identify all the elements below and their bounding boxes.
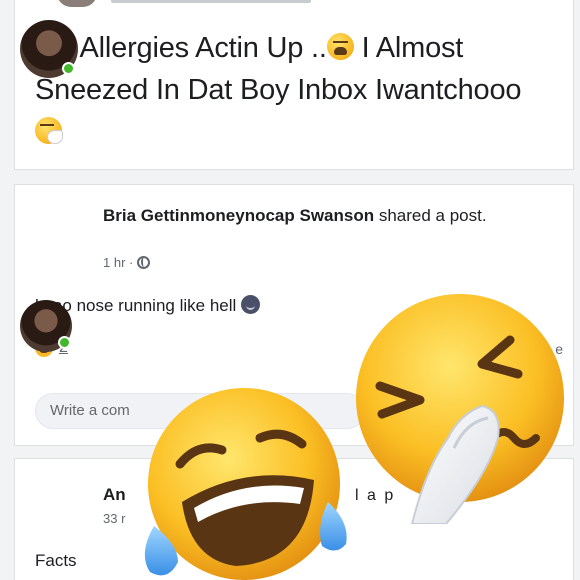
post-meta: 1 hr · [103, 255, 151, 270]
comment-text: Facts [35, 551, 77, 570]
post-text-part-1: My Allergies Actin Up .. [35, 32, 327, 64]
online-status-icon [62, 62, 75, 75]
share-action-text: shared a post. [374, 206, 487, 225]
sneezing-face-icon [35, 117, 63, 144]
face-icon [241, 295, 261, 314]
top-post-card: My Allergies Actin Up .. I Almost Sneeze… [14, 0, 574, 170]
commenter-name[interactable]: An [103, 485, 126, 505]
post-text: My Allergies Actin Up .. I Almost Sneeze… [35, 27, 555, 153]
sneezing-face-icon [356, 294, 564, 524]
globe-icon [137, 256, 151, 269]
avatar[interactable] [57, 0, 97, 7]
timestamp[interactable]: 1 hr · [103, 255, 133, 270]
post-header: Bria Gettinmoneynocap Swanson shared a p… [103, 205, 543, 227]
face-with-tears-of-joy-icon [144, 388, 347, 580]
poster-name[interactable]: Bria Gettinmoneynocap Swanson [103, 206, 374, 225]
post-header-stub [111, 0, 311, 3]
comment-timestamp[interactable]: 33 r [103, 511, 125, 526]
weary-face-icon [326, 33, 354, 60]
online-status-icon [58, 336, 71, 349]
